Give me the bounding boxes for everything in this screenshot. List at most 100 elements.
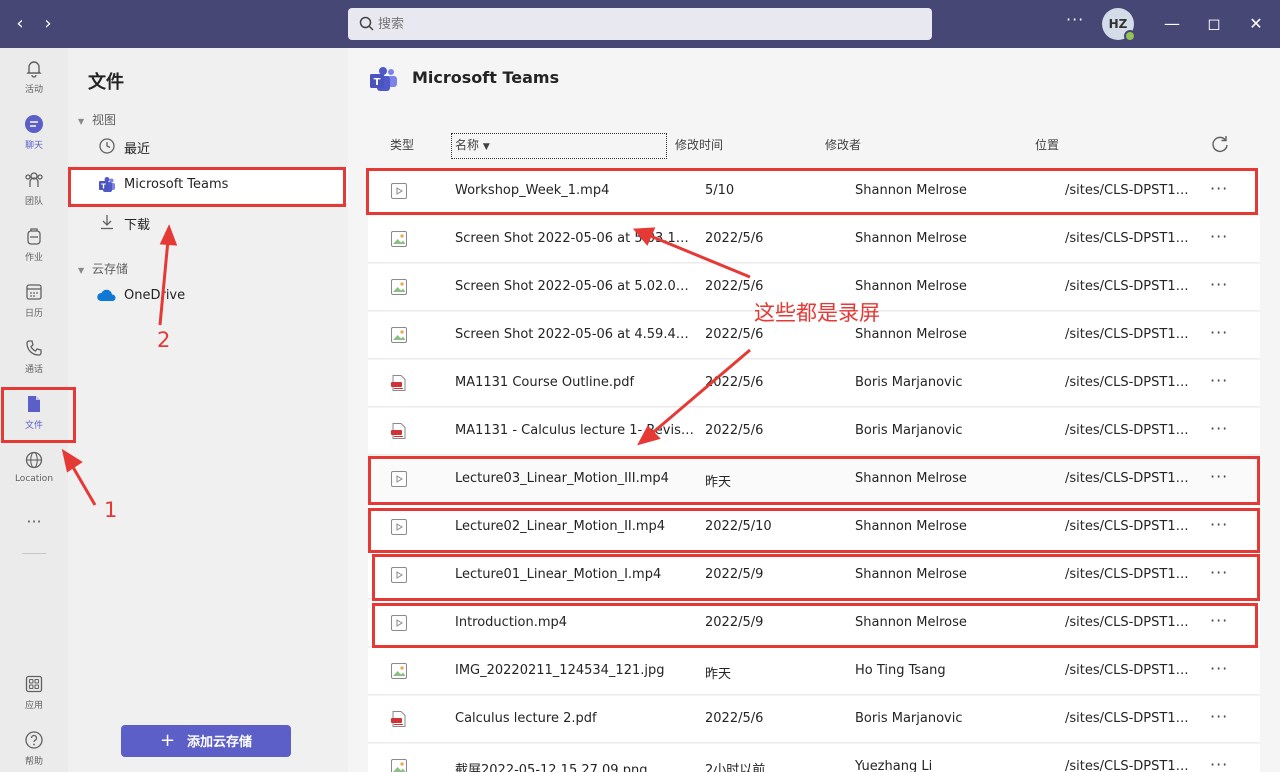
column-header-modified-by[interactable]: 修改者 xyxy=(825,136,861,153)
file-row[interactable]: MA1131 - Calculus lecture 1- Revisio... 2… xyxy=(368,408,1260,455)
file-row[interactable]: Screen Shot 2022-05-06 at 5.03.17 p... 20… xyxy=(368,216,1260,263)
panel-title: 文件 xyxy=(88,72,124,93)
image-file-icon xyxy=(390,278,408,296)
refresh-icon[interactable] xyxy=(1210,134,1230,154)
file-modified-date: 2022/5/6 xyxy=(705,327,764,342)
row-more-options-icon[interactable]: ··· xyxy=(1210,659,1228,678)
more-icon: ··· xyxy=(26,512,42,531)
apps-icon xyxy=(25,675,43,693)
rail-label: 团队 xyxy=(24,197,43,207)
sort-down-icon: ▼ xyxy=(482,142,490,152)
file-location: /sites/CLS-DPST10... xyxy=(1065,711,1193,726)
rail-label: 应用 xyxy=(24,701,43,711)
file-modified-date: 2022/5/6 xyxy=(705,711,764,726)
annotation-highlight-box xyxy=(68,167,346,207)
rail-item-assignments[interactable]: 作业 xyxy=(0,216,68,272)
help-icon xyxy=(25,731,43,749)
file-modified-by: Shannon Melrose xyxy=(855,231,967,246)
avatar[interactable]: HZ xyxy=(1102,8,1136,42)
nav-item-onedrive[interactable]: OneDrive xyxy=(68,278,348,314)
back-arrow-icon[interactable]: ‹ xyxy=(8,12,32,36)
file-location: /sites/CLS-DPST10... xyxy=(1065,759,1193,772)
rail-item-location[interactable]: Location xyxy=(0,440,68,496)
nav-item-label: 下载 xyxy=(124,218,151,233)
image-file-icon xyxy=(390,758,408,772)
plus-icon: + xyxy=(159,730,176,751)
title-bar: ‹ › ··· HZ — ◻ ✕ xyxy=(0,0,1280,48)
file-modified-date: 2022/5/6 xyxy=(705,423,764,438)
search-icon xyxy=(359,16,374,31)
file-modified-by: Yuezhang Li xyxy=(855,759,933,772)
minimize-icon[interactable]: — xyxy=(1160,12,1184,36)
file-name[interactable]: Screen Shot 2022-05-06 at 5.02.01 p... xyxy=(455,279,695,294)
rail-label: 通话 xyxy=(24,365,43,375)
rail-label: 帮助 xyxy=(24,757,43,767)
rail-item-calls[interactable]: 通话 xyxy=(0,328,68,384)
file-row[interactable]: MA1131 Course Outline.pdf 2022/5/6 Boris M… xyxy=(368,360,1260,407)
file-row[interactable]: 截屏2022-05-12 15.27.09.png 2小时以前 Yuezhang L… xyxy=(368,744,1260,772)
rail-divider xyxy=(22,553,46,554)
file-name[interactable]: MA1131 - Calculus lecture 1- Revisio... xyxy=(455,423,695,438)
add-cloud-storage-button[interactable]: + 添加云存储 xyxy=(121,725,291,757)
rail-item-help[interactable]: 帮助 xyxy=(0,720,68,772)
file-modified-by: Boris Marjanovic xyxy=(855,711,963,726)
file-name[interactable]: Screen Shot 2022-05-06 at 5.03.17 p... xyxy=(455,231,695,246)
rail-item-teams[interactable]: 团队 xyxy=(0,160,68,216)
file-modified-by: Boris Marjanovic xyxy=(855,423,963,438)
file-modified-date: 2小时以前 xyxy=(705,763,766,772)
file-row[interactable]: Calculus lecture 2.pdf 2022/5/6 Boris Marj… xyxy=(368,696,1260,743)
file-modified-date: 2022/5/6 xyxy=(705,279,764,294)
maximize-icon[interactable]: ◻ xyxy=(1202,12,1226,36)
column-header-location[interactable]: 位置 xyxy=(1035,136,1059,153)
column-header-type[interactable]: 类型 xyxy=(390,136,414,153)
file-row[interactable]: IMG_20220211_124534_121.jpg 昨天 Ho Ting Tsa… xyxy=(368,648,1260,695)
row-more-options-icon[interactable]: ··· xyxy=(1210,755,1228,772)
views-section-header[interactable]: ▼ 视图 xyxy=(78,111,116,128)
rail-item-calendar[interactable]: 日历 xyxy=(0,272,68,328)
teams-logo-icon: T xyxy=(370,67,397,91)
file-name[interactable]: MA1131 Course Outline.pdf xyxy=(455,375,695,390)
row-more-options-icon[interactable]: ··· xyxy=(1210,275,1228,294)
rail-label: 活动 xyxy=(24,85,43,95)
close-icon[interactable]: ✕ xyxy=(1244,12,1268,36)
page-title: Microsoft Teams xyxy=(412,68,560,87)
file-name[interactable]: 截屏2022-05-12 15.27.09.png xyxy=(455,759,695,772)
row-more-options-icon[interactable]: ··· xyxy=(1210,323,1228,342)
row-more-options-icon[interactable]: ··· xyxy=(1210,371,1228,390)
file-name[interactable]: Screen Shot 2022-05-06 at 4.59.44 p... xyxy=(455,327,695,342)
collapse-icon: ▼ xyxy=(78,117,85,126)
rail-item-activity[interactable]: 活动 xyxy=(0,48,68,104)
search-input[interactable] xyxy=(378,14,918,34)
rail-more-button[interactable]: ··· xyxy=(0,506,68,536)
column-header-modified[interactable]: 修改时间 xyxy=(675,136,723,153)
rail-item-apps[interactable]: 应用 xyxy=(0,664,68,720)
chat-icon xyxy=(25,115,43,133)
forward-arrow-icon[interactable]: › xyxy=(36,12,60,36)
section-label: 云存储 xyxy=(92,262,129,276)
nav-item-recent[interactable]: 最近 xyxy=(68,128,348,164)
phone-icon xyxy=(26,340,42,356)
rail-item-chat[interactable]: 聊天 xyxy=(0,104,68,160)
file-modified-by: Shannon Melrose xyxy=(855,279,967,294)
nav-item-downloads[interactable]: 下载 xyxy=(68,204,348,240)
row-more-options-icon[interactable]: ··· xyxy=(1210,419,1228,438)
file-modified-date: 2022/5/6 xyxy=(705,375,764,390)
image-file-icon xyxy=(390,230,408,248)
file-modified-by: Boris Marjanovic xyxy=(855,375,963,390)
pdf-file-icon xyxy=(390,710,408,728)
column-header-name[interactable]: 名称 ▼ xyxy=(455,136,490,153)
file-location: /sites/CLS-DPST10... xyxy=(1065,663,1193,678)
annotation-highlight-box xyxy=(368,508,1260,553)
cloud-storage-section-header[interactable]: ▼ 云存储 xyxy=(78,260,128,277)
download-icon xyxy=(101,215,113,230)
section-label: 视图 xyxy=(92,113,117,127)
file-name[interactable]: IMG_20220211_124534_121.jpg xyxy=(455,663,695,678)
backpack-icon xyxy=(27,228,41,245)
file-name[interactable]: Calculus lecture 2.pdf xyxy=(455,711,695,726)
row-more-options-icon[interactable]: ··· xyxy=(1210,707,1228,726)
search-box[interactable] xyxy=(348,8,932,40)
file-location: /sites/CLS-DPST10... xyxy=(1065,375,1193,390)
row-more-options-icon[interactable]: ··· xyxy=(1210,227,1228,246)
more-options-icon[interactable]: ··· xyxy=(1066,10,1084,29)
file-location: /sites/CLS-DPST10... xyxy=(1065,279,1193,294)
